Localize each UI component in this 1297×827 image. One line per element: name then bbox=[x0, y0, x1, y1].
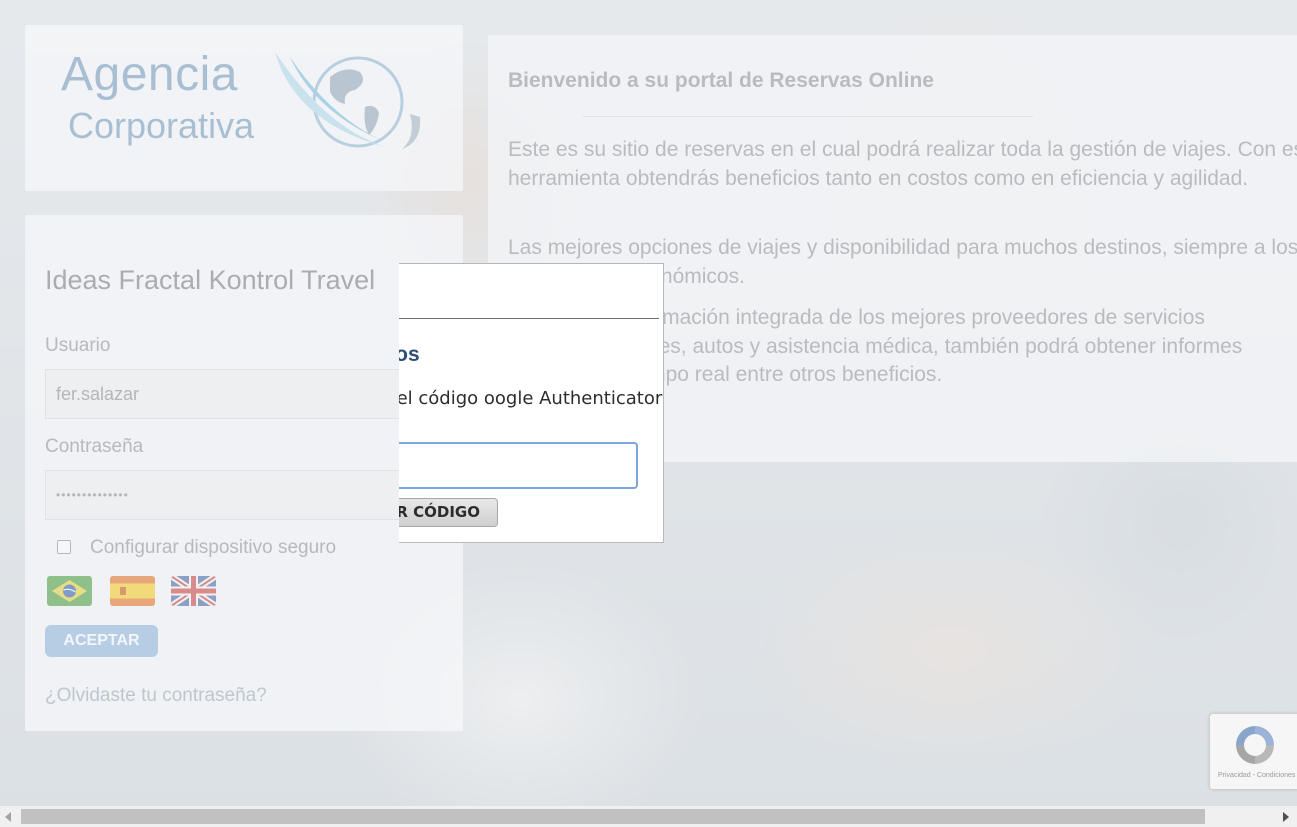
logo-text-agencia: Agencia bbox=[61, 48, 238, 101]
modal-title: pasos bbox=[399, 343, 420, 366]
scroll-right-arrow-icon[interactable] bbox=[1283, 812, 1289, 822]
forgot-password-link[interactable]: ¿Olvidaste tu contraseña? bbox=[45, 685, 267, 707]
recaptcha-footer: Privacidad - Condiciones bbox=[1218, 772, 1296, 779]
flag-uk-icon[interactable] bbox=[171, 576, 216, 606]
horizontal-scrollbar[interactable] bbox=[0, 806, 1297, 827]
modal-instructions: oceso ingrese el código oogle Authentica… bbox=[399, 388, 664, 409]
flag-brazil-icon[interactable] bbox=[47, 576, 92, 606]
scroll-left-arrow-icon[interactable] bbox=[5, 812, 11, 822]
logo-card: Agencia Corporativa bbox=[25, 25, 463, 191]
verification-code-input[interactable] bbox=[399, 442, 638, 489]
secure-device-label: Configurar dispositivo seguro bbox=[90, 537, 337, 558]
password-label: Contraseña bbox=[45, 436, 144, 457]
verify-code-button[interactable]: R CÓDIGO bbox=[399, 498, 498, 527]
accept-button[interactable]: ACEPTAR bbox=[45, 625, 158, 657]
welcome-paragraph-1: Este es su sitio de reservas en el cual … bbox=[508, 138, 1297, 190]
recaptcha-badge[interactable]: Privacidad - Condiciones bbox=[1210, 714, 1297, 789]
welcome-divider bbox=[583, 116, 1033, 117]
secure-device-checkbox[interactable] bbox=[57, 540, 71, 554]
username-label: Usuario bbox=[45, 335, 111, 356]
globe-swoosh-icon bbox=[275, 52, 421, 149]
modal-header-divider bbox=[399, 318, 659, 319]
welcome-title: Bienvenido a su portal de Reservas Onlin… bbox=[508, 69, 934, 92]
flag-spain-icon[interactable] bbox=[110, 576, 155, 606]
scrollbar-thumb[interactable] bbox=[21, 809, 1205, 824]
username-input[interactable]: fer.salazar bbox=[45, 369, 415, 419]
recaptcha-icon bbox=[1236, 726, 1274, 764]
login-title: Ideas Fractal Kontrol Travel bbox=[45, 265, 376, 295]
password-input[interactable]: •••••••••••••• bbox=[45, 470, 415, 520]
login-card: Ideas Fractal Kontrol Travel Usuario fer… bbox=[25, 215, 463, 731]
two-factor-modal: pasos oceso ingrese el código oogle Auth… bbox=[399, 263, 664, 543]
logo-text-corporativa: Corporativa bbox=[68, 105, 255, 146]
